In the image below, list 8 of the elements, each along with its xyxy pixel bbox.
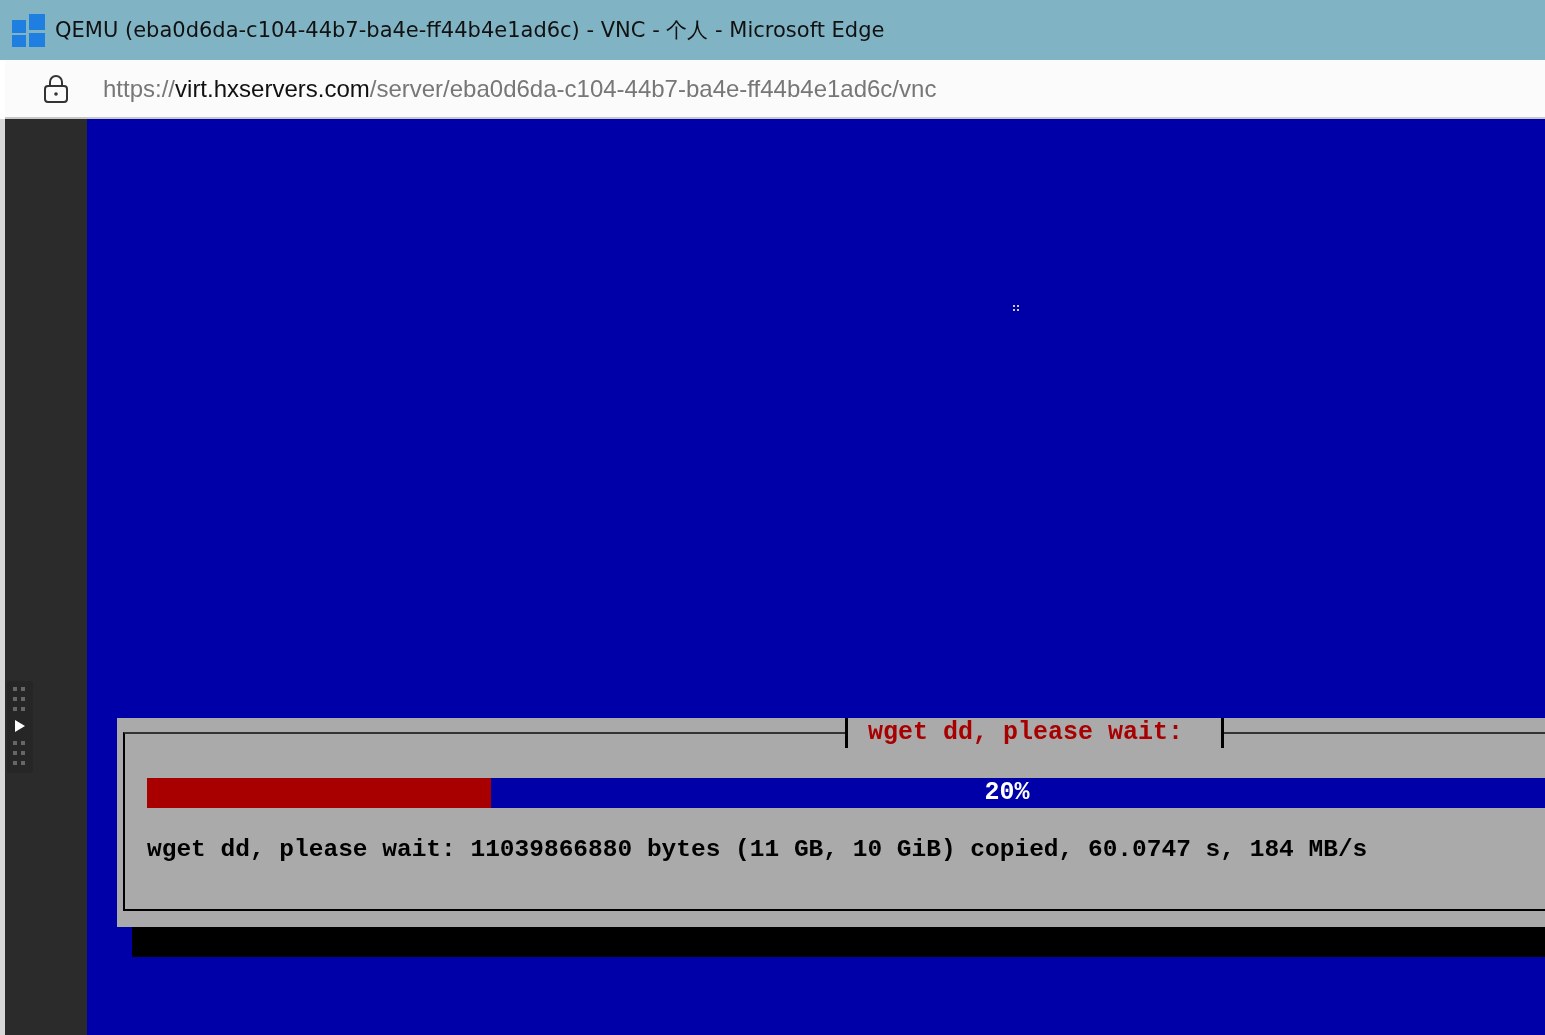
app-logo-icon: [12, 13, 45, 47]
control-bar-handle[interactable]: [7, 681, 33, 773]
lock-icon: [43, 73, 69, 104]
progress-percent: 20%: [983, 778, 1031, 808]
cursor-icon: [1013, 305, 1019, 311]
window-title: QEMU (eba0d6da-c104-44b7-ba4e-ff44b4e1ad6c) - VNC - 个人 - Microsoft Edge: [55, 17, 885, 44]
status-message: wget dd, please wait: 11039866880 bytes (11 GB, 10 GiB) copied, 60.0747 s, 184 MB/s: [147, 836, 1368, 863]
dialog-title: wget dd, please wait:: [845, 718, 1225, 748]
